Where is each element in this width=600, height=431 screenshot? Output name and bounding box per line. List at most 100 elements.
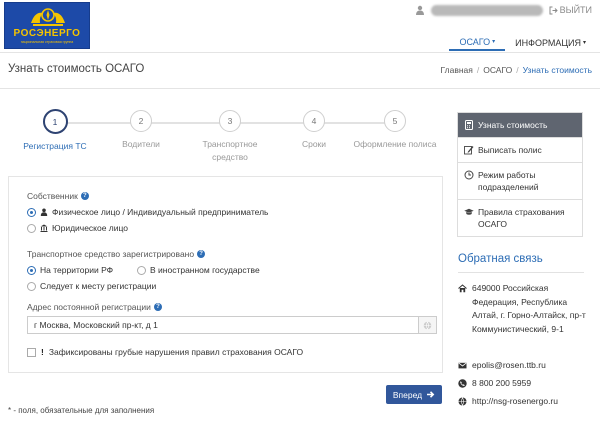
address-addon[interactable] [418,317,436,333]
company-logo[interactable]: РОСЭНЕРГО национальная страховая группа [4,2,90,49]
contact-email-text: epolis@rosen.ttb.ru [472,360,546,370]
user-area: ВЫЙТИ [415,3,592,17]
step-label: Транспортное средство [202,139,258,162]
owner-option-legal[interactable]: Юридическое лицо [27,223,128,233]
breadcrumb-separator: / [476,65,480,75]
sidebar-item-rules[interactable]: Правила страхования ОСАГО [458,199,582,236]
contact-phone[interactable]: 8 800 200 5959 [458,377,531,391]
required-fields-note: * - поля, обязательные для заполнения [8,406,155,415]
radio-button[interactable] [27,223,36,233]
nav-information[interactable]: ИНФОРМАЦИЯ ▾ [505,34,596,51]
logo-text: РОСЭНЕРГО [13,28,81,39]
step-number: 2 [130,110,152,132]
radio-button[interactable] [27,265,36,275]
top-navigation: ОСАГО ▾ ИНФОРМАЦИЯ ▾ [449,34,596,51]
registered-option-russia[interactable]: На территории РФ [27,265,113,275]
registered-option-label: В иностранном государстве [150,265,260,275]
owner-option-label: Физическое лицо / Индивидуальный предпри… [52,207,269,217]
logout-link[interactable]: ВЫЙТИ [549,5,592,15]
step-policy[interactable]: 5 Оформление полиса [345,110,445,151]
radio-button[interactable] [137,265,146,275]
step-drivers[interactable]: 2 Водители [91,110,191,151]
breadcrumb: Главная / ОСАГО / Узнать стоимость [441,65,593,75]
wizard-stepper: 1 Регистрация ТС 2 Водители 3 Транспортн… [5,109,448,168]
edit-icon [464,146,474,155]
breadcrumb-current: Узнать стоимость [522,65,592,75]
registered-option-label: Следует к месту регистрации [40,281,157,291]
feedback-divider [458,272,584,273]
step-number: 3 [219,110,241,132]
registered-option-foreign[interactable]: В иностранном государстве [137,265,260,275]
title-divider [0,88,600,89]
help-icon[interactable]: ? [80,192,89,200]
clock-icon [464,170,474,180]
violations-checkbox[interactable] [27,347,36,357]
home-icon [458,284,467,293]
chevron-down-icon: ▾ [582,40,586,46]
nav-osago[interactable]: ОСАГО ▾ [449,34,506,51]
registered-label: Транспортное средство зарегистрировано ? [27,249,206,259]
owner-option-label: Юридическое лицо [52,223,129,233]
sidebar-item-working-hours[interactable]: Режим работы подразделений [458,162,582,199]
contact-website-text: http://nsg-rosenergo.ru [472,396,558,406]
feedback-title: Обратная связь [458,253,543,265]
contact-address-text: 649000 Российская Федерация, Республика … [472,283,586,334]
sidebar-item-label: Правила страхования ОСАГО [478,207,565,229]
step-number: 5 [384,110,406,132]
registered-option-label: На территории РФ [40,265,114,275]
exclamation-icon: ! [41,347,44,357]
step-registration[interactable]: 1 Регистрация ТС [5,109,105,153]
contact-address: 649000 Российская Федерация, Республика … [458,282,586,336]
envelope-icon [458,362,467,369]
nav-osago-label: ОСАГО [459,36,491,47]
logo-emblem-icon [31,8,65,26]
bank-icon [40,224,48,232]
step-number: 4 [303,110,325,132]
sidebar-item-label: Режим работы подразделений [478,170,539,192]
owner-option-individual[interactable]: Физическое лицо / Индивидуальный предпри… [27,207,268,217]
nav-information-label: ИНФОРМАЦИЯ [515,37,581,48]
calculator-icon [465,120,473,130]
username-redacted [430,4,543,16]
step-label: Регистрация ТС [23,141,87,151]
breadcrumb-separator: / [516,65,519,75]
graduation-cap-icon [464,208,474,215]
sidebar-menu: Узнать стоимость Выписать полис Режим ра… [457,112,583,237]
next-button-label: Вперед [392,389,423,400]
globe-icon [458,397,467,406]
sign-out-icon [549,6,558,14]
address-input[interactable] [27,316,437,334]
logout-label: ВЫЙТИ [559,5,592,15]
phone-icon [458,379,467,388]
violations-label: Зафиксированы грубые нарушения правил ст… [48,347,304,357]
address-label-text: Адрес постоянной регистрации [27,302,151,312]
help-icon[interactable]: ? [153,303,162,311]
sidebar-item-issue-policy[interactable]: Выписать полис [458,137,582,162]
step-number: 1 [42,109,68,134]
radio-button[interactable] [27,207,36,217]
violations-option[interactable]: ! Зафиксированы грубые нарушения правил … [27,347,303,357]
sidebar-item-label: Узнать стоимость [478,120,548,130]
sidebar-item-calculate[interactable]: Узнать стоимость [458,113,582,137]
globe-icon [423,321,432,330]
owner-label-text: Собственник [27,191,78,201]
step-label: Водители [122,139,160,149]
registered-label-text: Транспортное средство зарегистрировано [27,249,195,259]
contact-phone-text: 8 800 200 5959 [472,378,532,388]
step-label: Оформление полиса [353,139,437,149]
contact-email[interactable]: epolis@rosen.ttb.ru [458,359,546,373]
radio-button[interactable] [27,281,36,291]
logo-tagline: национальная страховая группа [20,40,74,44]
header-divider [0,52,600,53]
breadcrumb-osago[interactable]: ОСАГО [483,65,512,75]
arrow-right-icon [427,391,435,398]
next-button[interactable]: Вперед [386,385,442,404]
user-icon [415,5,424,15]
sidebar-item-label: Выписать полис [478,145,542,155]
registration-form: Собственник ? Физическое лицо / Индивиду… [8,176,443,373]
breadcrumb-home[interactable]: Главная [441,65,473,75]
help-icon[interactable]: ? [197,250,206,258]
user-icon [40,208,48,216]
registered-option-transit[interactable]: Следует к месту регистрации [27,281,156,291]
contact-website[interactable]: http://nsg-rosenergo.ru [458,395,558,409]
